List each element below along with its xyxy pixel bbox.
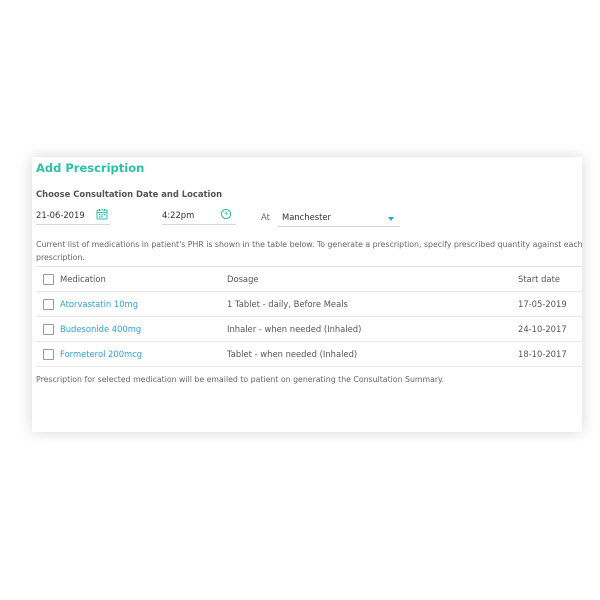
- location-value: Manchester: [282, 212, 331, 222]
- row-checkbox[interactable]: [43, 348, 54, 360]
- medication-link[interactable]: Budesonide 400mg: [60, 324, 141, 334]
- location-select[interactable]: Manchester: [278, 210, 400, 227]
- panel-title: Add Prescription: [36, 161, 145, 175]
- section-subtitle: Choose Consultation Date and Location: [36, 189, 223, 199]
- start-date-cell: 17-05-2019: [518, 299, 567, 309]
- medication-table: Medication Dosage Start date Atorvastati…: [36, 266, 582, 367]
- clock-icon[interactable]: [220, 208, 232, 220]
- table-row: Atorvastatin 10mg 1 Tablet - daily, Befo…: [36, 292, 582, 317]
- chevron-down-icon[interactable]: [388, 217, 394, 221]
- header-dosage[interactable]: Dosage: [227, 274, 259, 284]
- dosage-cell: 1 Tablet - daily, Before Meals: [227, 299, 348, 309]
- date-value: 21-06-2019: [36, 210, 85, 220]
- info-text: Current list of medications in patient's…: [36, 240, 582, 262]
- at-label: At: [261, 212, 270, 222]
- time-field[interactable]: 4:22pm: [162, 208, 236, 225]
- start-date-cell: 24-10-2017: [518, 324, 567, 334]
- row-checkbox[interactable]: [43, 298, 54, 310]
- add-prescription-panel: Add Prescription Choose Consultation Dat…: [32, 157, 582, 432]
- footer-note: Prescription for selected medication wil…: [36, 375, 445, 384]
- time-value: 4:22pm: [162, 210, 195, 220]
- medication-link[interactable]: Atorvastatin 10mg: [60, 299, 138, 309]
- table-row: Budesonide 400mg Inhaler - when needed (…: [36, 317, 582, 342]
- table-header-row: Medication Dosage Start date: [36, 266, 582, 292]
- dosage-cell: Inhaler - when needed (Inhaled): [227, 324, 362, 334]
- date-field[interactable]: 21-06-2019: [36, 208, 110, 225]
- start-date-cell: 18-10-2017: [518, 349, 567, 359]
- calendar-icon[interactable]: [96, 208, 108, 220]
- dosage-cell: Tablet - when needed (Inhaled): [227, 349, 358, 359]
- select-all-checkbox[interactable]: [43, 273, 54, 285]
- table-row: Formeterol 200mcg Tablet - when needed (…: [36, 342, 582, 367]
- row-checkbox[interactable]: [43, 323, 54, 335]
- header-medication[interactable]: Medication: [60, 274, 106, 284]
- header-start-date[interactable]: Start date: [518, 274, 560, 284]
- medication-link[interactable]: Formeterol 200mcg: [60, 349, 142, 359]
